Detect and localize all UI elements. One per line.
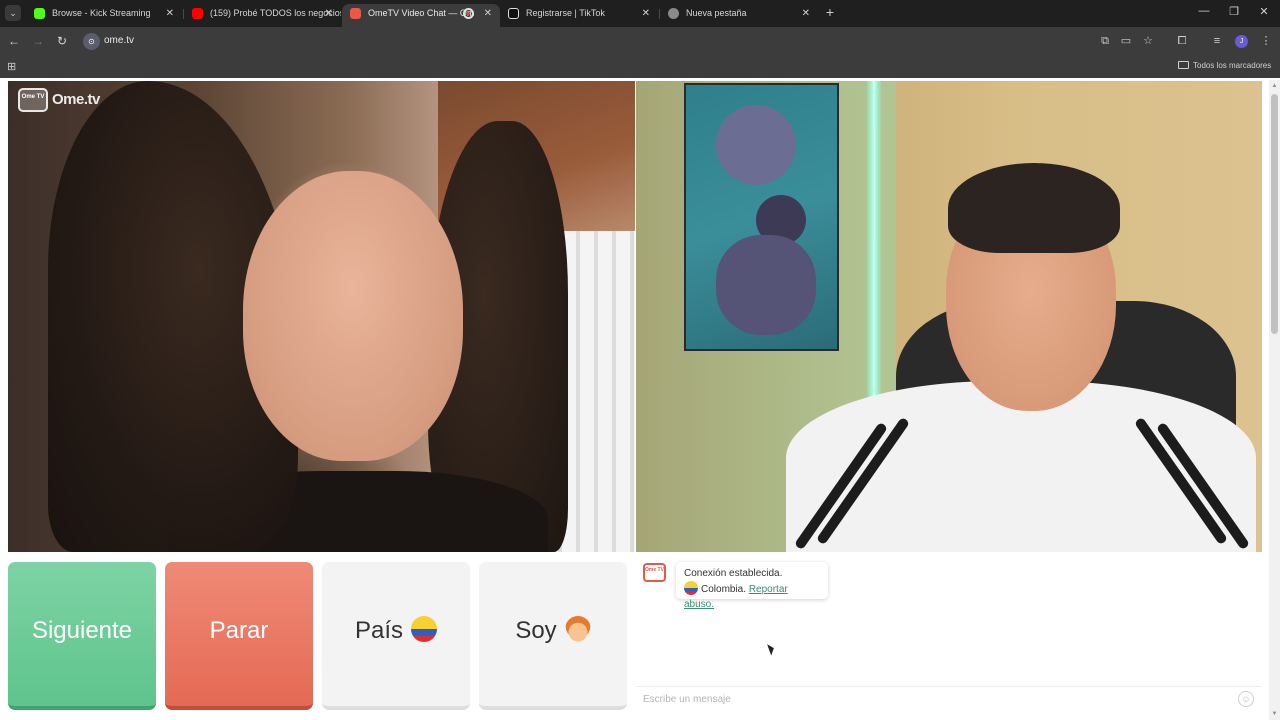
- tab-tiktok[interactable]: Registrarse | TikTok ✕: [500, 4, 658, 27]
- recording-icon: [463, 8, 474, 19]
- tab-new[interactable]: Nueva pestaña ✕: [660, 4, 818, 27]
- tab-strip: ⌄ Browse - Kick Streaming ✕ (159) Probé …: [0, 0, 1280, 27]
- gender-button[interactable]: Soy: [479, 562, 627, 710]
- close-icon[interactable]: ✕: [484, 4, 492, 23]
- tab-title: Nueva pestaña: [686, 8, 747, 18]
- back-icon[interactable]: ←: [6, 33, 22, 49]
- media-control-icon[interactable]: ≡: [1209, 33, 1225, 49]
- poster-art: [716, 105, 796, 185]
- connection-status: Conexión establecida.: [684, 568, 783, 579]
- next-button-label: Siguiente: [31, 617, 133, 644]
- country-button[interactable]: País: [322, 562, 470, 710]
- tab-search-icon[interactable]: ⌄: [5, 5, 21, 21]
- scrollbar-thumb[interactable]: [1271, 94, 1278, 334]
- chrome-icon: [668, 8, 679, 19]
- wall-poster: [684, 83, 839, 351]
- bookmark-star-icon[interactable]: ☆: [1140, 33, 1156, 49]
- folder-icon: [1178, 61, 1189, 69]
- extensions-icon[interactable]: ⧠: [1174, 33, 1190, 49]
- stranger-video: [8, 81, 635, 552]
- colombia-flag-icon: [684, 581, 698, 595]
- tab-title: Browse - Kick Streaming: [52, 8, 151, 18]
- country-name: Colombia.: [701, 584, 747, 595]
- logo-tv-icon: Ome TV: [18, 88, 48, 112]
- address-bar[interactable]: ⊙ ome.tv: [80, 30, 1180, 53]
- tab-ometv[interactable]: OmeTV Video Chat — Om ✕: [342, 4, 500, 27]
- message-input[interactable]: [643, 690, 1223, 708]
- profile-avatar[interactable]: J: [1235, 35, 1248, 48]
- boy-emoji-icon: [564, 616, 591, 642]
- bookmarks-bar: ⊞ Todos los marcadores: [0, 56, 1280, 78]
- restore-icon[interactable]: ❐: [1227, 5, 1241, 18]
- colombia-flag-icon: [411, 616, 438, 642]
- close-icon[interactable]: ✕: [325, 4, 333, 23]
- ometv-avatar-icon: Ome TV: [643, 563, 666, 582]
- logo-text: Ome.tv: [52, 91, 100, 108]
- close-icon[interactable]: ✕: [166, 4, 174, 23]
- stop-button[interactable]: Parar: [165, 562, 313, 710]
- next-button[interactable]: Siguiente: [8, 562, 156, 710]
- video-figure: [948, 163, 1120, 253]
- video-figure: [243, 171, 463, 461]
- emoji-icon[interactable]: ☺: [1238, 691, 1254, 707]
- url-text[interactable]: ome.tv: [104, 35, 134, 46]
- poster-art: [716, 235, 816, 335]
- cast-icon[interactable]: ▭: [1118, 33, 1134, 49]
- system-message: Conexión establecida. Colombia. Reportar…: [676, 562, 828, 610]
- apps-grid-icon[interactable]: ⊞: [7, 61, 19, 73]
- self-video: [636, 81, 1262, 552]
- menu-icon[interactable]: ⋮: [1258, 33, 1274, 49]
- country-line: Colombia. Reportar abuso.: [684, 581, 820, 612]
- tiktok-icon: [508, 8, 519, 19]
- country-button-label: País: [354, 617, 404, 644]
- divider: [636, 686, 1262, 687]
- minimize-icon[interactable]: —: [1197, 5, 1211, 17]
- forward-icon[interactable]: →: [30, 33, 46, 49]
- stop-button-label: Parar: [209, 617, 269, 644]
- reload-icon[interactable]: ↻: [54, 33, 70, 49]
- site-info-icon[interactable]: ⊙: [83, 33, 100, 50]
- browser-toolbar: ← → ↻ ⊙ ome.tv ⧉ ▭ ☆ ⧠ ≡ J ⋮: [0, 27, 1280, 56]
- all-bookmarks-label: Todos los marcadores: [1193, 61, 1272, 70]
- translate-icon[interactable]: ⧉: [1097, 33, 1113, 49]
- tab-title: Registrarse | TikTok: [526, 8, 605, 18]
- window-close-icon[interactable]: ✕: [1257, 5, 1271, 18]
- close-icon[interactable]: ✕: [642, 4, 650, 23]
- tab-title: OmeTV Video Chat — Om: [368, 8, 475, 18]
- youtube-icon: [192, 8, 203, 19]
- ometv-icon: [350, 8, 361, 19]
- scroll-down-icon[interactable]: ▼: [1271, 711, 1278, 717]
- kick-icon: [34, 8, 45, 19]
- gender-button-label: Soy: [515, 617, 557, 644]
- scroll-up-icon[interactable]: ▲: [1271, 83, 1278, 89]
- tab-title: (159) Probé TODOS los negocios: [210, 8, 341, 18]
- tab-kick[interactable]: Browse - Kick Streaming ✕: [26, 4, 182, 27]
- new-tab-button[interactable]: +: [822, 5, 838, 21]
- all-bookmarks-button[interactable]: Todos los marcadores: [1178, 61, 1271, 70]
- close-icon[interactable]: ✕: [802, 4, 810, 23]
- tab-youtube[interactable]: (159) Probé TODOS los negocios ✕: [184, 4, 341, 27]
